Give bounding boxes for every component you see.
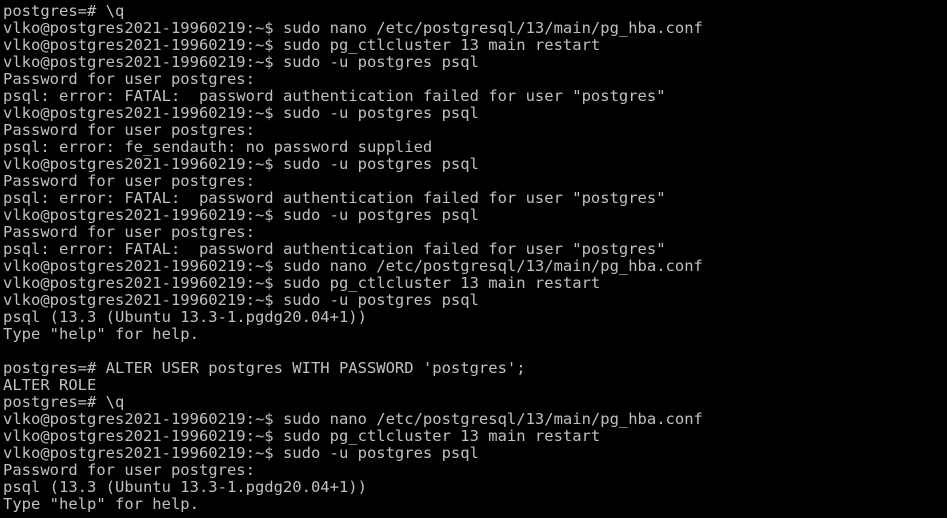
- terminal-line: vlko@postgres2021-19960219:~$ sudo nano …: [3, 257, 703, 275]
- terminal-line: psql: error: FATAL: password authenticat…: [3, 87, 666, 105]
- terminal-line: postgres=# \q: [3, 393, 125, 411]
- terminal-window[interactable]: postgres=# \q vlko@postgres2021-19960219…: [0, 0, 947, 518]
- terminal-line: Password for user postgres:: [3, 121, 255, 139]
- terminal-line: Password for user postgres:: [3, 70, 255, 88]
- terminal-line: vlko@postgres2021-19960219:~$ sudo -u po…: [3, 206, 479, 224]
- terminal-output: postgres=# \q vlko@postgres2021-19960219…: [3, 3, 703, 513]
- terminal-line: vlko@postgres2021-19960219:~$ sudo -u po…: [3, 53, 479, 71]
- terminal-line: vlko@postgres2021-19960219:~$ sudo nano …: [3, 19, 703, 37]
- terminal-line: postgres=# ALTER USER postgres WITH PASS…: [3, 359, 526, 377]
- terminal-line: Type "help" for help.: [3, 495, 199, 513]
- terminal-line: Type "help" for help.: [3, 325, 199, 343]
- terminal-line: vlko@postgres2021-19960219:~$ sudo pg_ct…: [3, 36, 601, 54]
- terminal-line: vlko@postgres2021-19960219:~$ sudo -u po…: [3, 104, 479, 122]
- terminal-line: vlko@postgres2021-19960219:~$ sudo -u po…: [3, 444, 479, 462]
- terminal-line: psql (13.3 (Ubuntu 13.3-1.pgdg20.04+1)): [3, 308, 367, 326]
- terminal-line: psql: error: FATAL: password authenticat…: [3, 189, 666, 207]
- terminal-line: vlko@postgres2021-19960219:~$ sudo pg_ct…: [3, 274, 601, 292]
- terminal-line: psql: error: fe_sendauth: no password su…: [3, 138, 433, 156]
- terminal-line: psql (13.3 (Ubuntu 13.3-1.pgdg20.04+1)): [3, 478, 367, 496]
- terminal-line: Password for user postgres:: [3, 461, 255, 479]
- terminal-line: ALTER ROLE: [3, 376, 97, 394]
- terminal-line: Password for user postgres:: [3, 172, 255, 190]
- terminal-line: vlko@postgres2021-19960219:~$ sudo -u po…: [3, 291, 479, 309]
- terminal-line: vlko@postgres2021-19960219:~$ sudo nano …: [3, 410, 703, 428]
- terminal-line: Password for user postgres:: [3, 223, 255, 241]
- terminal-line: vlko@postgres2021-19960219:~$ sudo -u po…: [3, 155, 479, 173]
- terminal-line: vlko@postgres2021-19960219:~$ sudo pg_ct…: [3, 427, 601, 445]
- terminal-line: psql: error: FATAL: password authenticat…: [3, 240, 666, 258]
- terminal-line: postgres=# \q: [3, 2, 125, 20]
